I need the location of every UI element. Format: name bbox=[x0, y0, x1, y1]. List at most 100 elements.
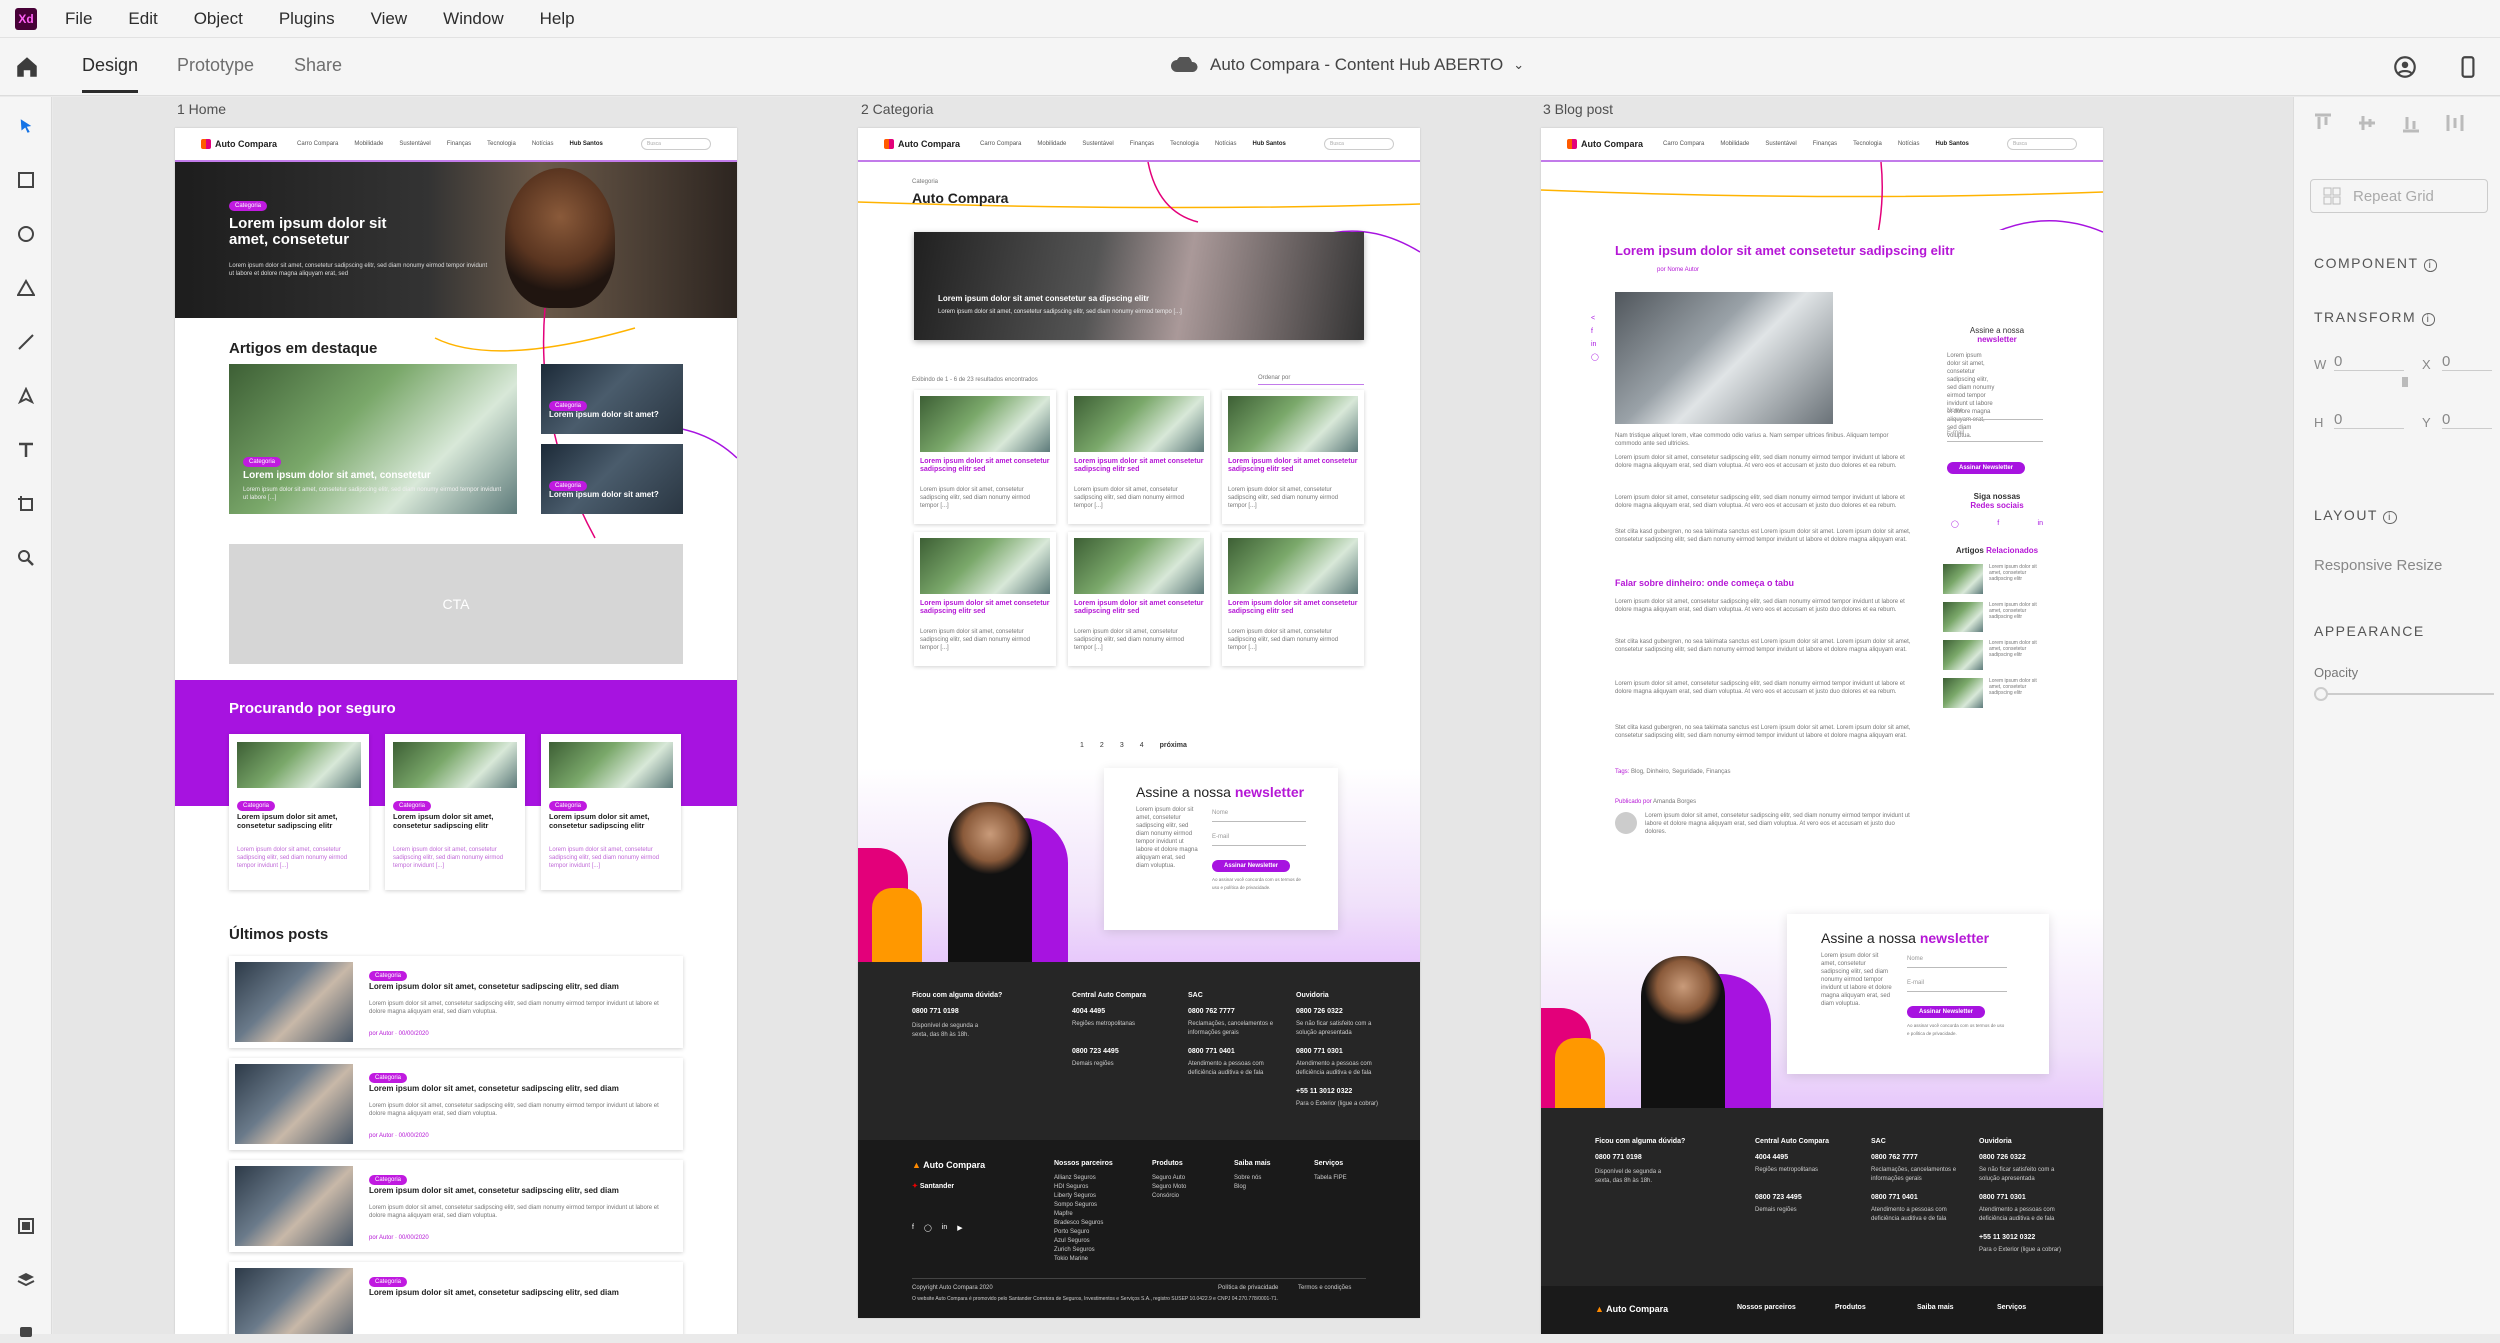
text-tool-icon[interactable] bbox=[13, 437, 39, 463]
category-card[interactable]: Lorem ipsum dolor sit amet consetetur sa… bbox=[1222, 390, 1364, 524]
site-logo[interactable]: Auto Compara bbox=[884, 139, 960, 149]
post-row[interactable]: Categoria Lorem ipsum dolor sit amet, co… bbox=[229, 1160, 683, 1252]
home-hero[interactable]: Categoria Lorem ipsum dolor sit amet, co… bbox=[175, 162, 737, 318]
nav-search[interactable]: Busca bbox=[641, 138, 711, 150]
align-top-icon[interactable] bbox=[2314, 113, 2332, 133]
seguro-card[interactable]: Categoria Lorem ipsum dolor sit amet, co… bbox=[229, 734, 369, 890]
mobile-preview-icon[interactable] bbox=[2455, 54, 2481, 80]
nav-link[interactable]: Tecnologia bbox=[487, 141, 516, 147]
footer-link[interactable]: Seguro Auto bbox=[1152, 1174, 1186, 1183]
menu-help[interactable]: Help bbox=[540, 9, 575, 29]
nav-link[interactable]: Tecnologia bbox=[1170, 141, 1199, 147]
footer-link[interactable]: Seguro Moto bbox=[1152, 1183, 1186, 1192]
nav-link[interactable]: Carro Compara bbox=[1663, 141, 1704, 147]
footer-link[interactable]: Liberty Seguros bbox=[1054, 1192, 1103, 1201]
info-icon[interactable]: i bbox=[2421, 313, 2436, 326]
nav-link[interactable]: Carro Compara bbox=[980, 141, 1021, 147]
y-input[interactable]: 0 bbox=[2442, 411, 2492, 429]
site-logo[interactable]: Auto Compara bbox=[201, 139, 277, 149]
tag[interactable]: Blog bbox=[1631, 769, 1643, 775]
distribute-icon[interactable] bbox=[2446, 113, 2464, 133]
featured-side-card[interactable]: Categoria Lorem ipsum dolor sit amet? bbox=[541, 364, 683, 434]
footer-link[interactable]: Sompo Seguros bbox=[1054, 1201, 1103, 1210]
user-icon[interactable] bbox=[2392, 54, 2418, 80]
home-icon[interactable] bbox=[14, 54, 40, 80]
assets-panel-icon[interactable] bbox=[13, 1213, 39, 1239]
hero-title[interactable]: Lorem ipsum dolor sit amet, consetetur bbox=[229, 216, 429, 248]
nav-link[interactable]: Mobilidade bbox=[354, 141, 383, 147]
footer-link[interactable]: Tokio Marine bbox=[1054, 1255, 1103, 1264]
height-input[interactable]: 0 bbox=[2334, 411, 2404, 429]
align-bottom-icon[interactable] bbox=[2402, 113, 2420, 133]
pen-tool-icon[interactable] bbox=[13, 383, 39, 409]
category-card[interactable]: Lorem ipsum dolor sit amet consetetur sa… bbox=[1068, 390, 1210, 524]
name-field[interactable]: Nome bbox=[1212, 806, 1306, 822]
menu-file[interactable]: File bbox=[65, 9, 92, 29]
nav-link[interactable]: Sustentável bbox=[399, 141, 430, 147]
seguro-card[interactable]: Categoria Lorem ipsum dolor sit amet, co… bbox=[385, 734, 525, 890]
nav-hub[interactable]: Hub Santos bbox=[570, 141, 603, 147]
nav-link[interactable]: Finanças bbox=[1813, 141, 1837, 147]
tab-design[interactable]: Design bbox=[82, 55, 139, 93]
footer-link[interactable]: Azul Seguros bbox=[1054, 1237, 1103, 1246]
page-link[interactable]: 3 bbox=[1120, 742, 1124, 749]
tag[interactable]: Dinheiro bbox=[1646, 769, 1668, 775]
rectangle-tool-icon[interactable] bbox=[13, 167, 39, 193]
line-tool-icon[interactable] bbox=[13, 329, 39, 355]
x-input[interactable]: 0 bbox=[2442, 353, 2492, 371]
chevron-down-icon[interactable]: ⌄ bbox=[1513, 57, 1524, 73]
footer-link[interactable]: Blog bbox=[1234, 1183, 1261, 1192]
site-logo[interactable]: Auto Compara bbox=[1567, 139, 1643, 149]
footer-link[interactable]: HDI Seguros bbox=[1054, 1183, 1103, 1192]
footer-privacy-link[interactable]: Política de privacidade bbox=[1218, 1284, 1278, 1293]
menu-object[interactable]: Object bbox=[194, 9, 243, 29]
related-item[interactable]: Lorem ipsum dolor sit amet, consetetur s… bbox=[1943, 678, 2047, 710]
nav-search[interactable]: Busca bbox=[1324, 138, 1394, 150]
nav-link[interactable]: Finanças bbox=[1130, 141, 1154, 147]
polygon-tool-icon[interactable] bbox=[13, 275, 39, 301]
nav-link[interactable]: Mobilidade bbox=[1037, 141, 1066, 147]
opacity-slider-handle[interactable] bbox=[2314, 687, 2328, 701]
layers-panel-icon[interactable] bbox=[13, 1267, 39, 1293]
align-middle-icon[interactable] bbox=[2358, 113, 2376, 133]
page-link[interactable]: 2 bbox=[1100, 742, 1104, 749]
facebook-icon[interactable]: f bbox=[1591, 325, 1599, 338]
canvas[interactable]: 1 Home Auto Compara Carro Compara Mobili… bbox=[53, 97, 2293, 1334]
tab-share[interactable]: Share bbox=[294, 55, 342, 76]
page-link[interactable]: 4 bbox=[1140, 742, 1144, 749]
category-card[interactable]: Lorem ipsum dolor sit amet consetetur sa… bbox=[914, 532, 1056, 666]
nav-hub[interactable]: Hub Santos bbox=[1936, 141, 1969, 147]
select-tool-icon[interactable] bbox=[13, 113, 39, 139]
menu-window[interactable]: Window bbox=[443, 9, 503, 29]
nav-link[interactable]: Notícias bbox=[1898, 141, 1920, 147]
responsive-resize-toggle[interactable]: Responsive Resize bbox=[2314, 557, 2442, 574]
subscribe-button[interactable]: Assinar Newsletter bbox=[1907, 1006, 1986, 1018]
post-row[interactable]: Categoria Lorem ipsum dolor sit amet, co… bbox=[229, 956, 683, 1048]
tab-prototype[interactable]: Prototype bbox=[177, 55, 254, 76]
menu-view[interactable]: View bbox=[371, 9, 408, 29]
seguro-card[interactable]: Categoria Lorem ipsum dolor sit amet, co… bbox=[541, 734, 681, 890]
footer-terms-link[interactable]: Termos e condições bbox=[1298, 1284, 1351, 1293]
menu-plugins[interactable]: Plugins bbox=[279, 9, 335, 29]
footer-link[interactable]: Tabela FIPE bbox=[1314, 1174, 1347, 1183]
footer-link[interactable]: Sobre nós bbox=[1234, 1174, 1261, 1183]
artboard-label-category[interactable]: 2 Categoria bbox=[861, 101, 933, 117]
nav-link[interactable]: Mobilidade bbox=[1720, 141, 1749, 147]
order-select[interactable]: Ordenar por bbox=[1258, 374, 1364, 385]
email-field[interactable]: E-mail bbox=[1907, 976, 2007, 992]
nav-link[interactable]: Sustentável bbox=[1082, 141, 1113, 147]
instagram-icon[interactable]: ◯ bbox=[1951, 520, 1959, 528]
footer-link[interactable]: Zurich Seguros bbox=[1054, 1246, 1103, 1255]
artboard-category[interactable]: Auto Compara Carro Compara Mobilidade Su… bbox=[858, 128, 1420, 1318]
nav-link[interactable]: Finanças bbox=[447, 141, 471, 147]
nav-hub[interactable]: Hub Santos bbox=[1253, 141, 1286, 147]
subscribe-button[interactable]: Assinar Newsletter bbox=[1212, 860, 1291, 872]
post-row[interactable]: Categoria Lorem ipsum dolor sit amet, co… bbox=[229, 1058, 683, 1150]
nav-link[interactable]: Tecnologia bbox=[1853, 141, 1882, 147]
instagram-icon[interactable]: ◯ bbox=[924, 1224, 932, 1232]
lock-aspect-icon[interactable] bbox=[2402, 377, 2408, 387]
footer-link[interactable]: Bradesco Seguros bbox=[1054, 1219, 1103, 1228]
share-icon[interactable]: < bbox=[1591, 312, 1599, 325]
linkedin-icon[interactable]: in bbox=[942, 1224, 947, 1232]
tag[interactable]: Seguridade bbox=[1672, 769, 1703, 775]
